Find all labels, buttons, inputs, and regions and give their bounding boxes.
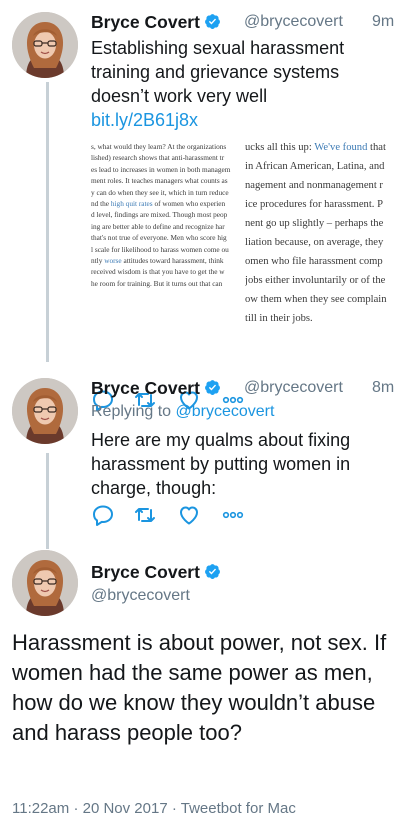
article-line: ucks all this up: We've found that: [245, 142, 386, 153]
main-tweet-text: Harassment is about power, not sex. If w…: [12, 630, 387, 745]
article-link-text: high quit rates: [110, 199, 153, 209]
article-column-right: ucks all this up: We've found that in Af…: [245, 138, 399, 328]
article-link-text: We've found: [314, 142, 368, 153]
thread-line: [46, 82, 49, 362]
timestamp[interactable]: 9m: [372, 13, 394, 31]
meta-separator: ·: [73, 800, 79, 817]
article-line: omen who file harassment comp: [245, 256, 383, 267]
handle[interactable]: @brycecovert: [91, 587, 190, 605]
article-line: l scale for likelihood to harass women c…: [91, 244, 229, 254]
reply-icon[interactable]: [91, 503, 115, 527]
article-line: y can do when they see it, which in turn…: [91, 187, 229, 197]
verified-icon: [205, 564, 220, 579]
verified-icon: [205, 14, 220, 29]
tweet-date[interactable]: 20 Nov 2017: [83, 800, 168, 817]
article-line: nagement and nonmanagement r: [245, 180, 383, 191]
thread-line: [46, 453, 49, 549]
article-line: s, what would they learn? At the organiz…: [91, 142, 227, 151]
article-line: jobs either involuntarily or of the: [245, 275, 386, 286]
article-line: nd the high quit rates of women who expe…: [91, 199, 226, 209]
article-line: ow them when they see complain: [245, 294, 387, 305]
article-line: es lead to increases in women in both ma…: [91, 164, 231, 174]
article-line: that's not true of everyone. Men who sco…: [91, 233, 227, 243]
article-line: till in their jobs.: [245, 313, 313, 324]
article-line: lished) research shows that anti-harassm…: [91, 153, 225, 163]
replying-to: Replying to @brycecovert: [91, 403, 275, 420]
article-link-text: worse: [104, 256, 122, 266]
article-line: ing are better able to define and recogn…: [91, 221, 225, 231]
article-line: ntly worse attitudes toward harassment, …: [91, 256, 224, 266]
tweet-time[interactable]: 11:22am: [12, 800, 69, 817]
article-line: liation because, on average, they: [245, 237, 384, 248]
article-line: in African American, Latina, and: [245, 161, 385, 172]
more-icon[interactable]: [221, 503, 245, 527]
avatar[interactable]: [12, 12, 78, 78]
tweet-client[interactable]: Tweetbot for Mac: [181, 800, 296, 817]
article-line: he room for training. But it turns out t…: [91, 278, 223, 288]
tweet-meta: 11:22am · 20 Nov 2017 · Tweetbot for Mac: [12, 800, 296, 817]
article-line: nent go up slightly – perhaps the: [245, 218, 384, 229]
article-line: ice procedures for harassment. P: [245, 199, 383, 210]
retweet-icon[interactable]: [133, 503, 157, 527]
tweet-text: Here are my qualms about fixing harassme…: [91, 430, 351, 498]
like-icon[interactable]: [177, 503, 201, 527]
tweet-link[interactable]: bit.ly/2B61j8x: [91, 110, 198, 130]
article-line: ment roles. It teaches managers what cou…: [91, 176, 228, 186]
display-name[interactable]: Bryce Covert: [91, 12, 221, 33]
tweet-text: Establishing sexual harassment training …: [91, 38, 345, 130]
article-line: d level, findings are mixed. Though most…: [91, 210, 228, 220]
display-name[interactable]: Bryce Covert: [91, 378, 221, 399]
timestamp[interactable]: 8m: [372, 379, 394, 397]
article-column-left: s, what would they learn? At the organiz…: [91, 141, 243, 289]
avatar[interactable]: [12, 550, 78, 616]
handle[interactable]: @brycecovert: [244, 13, 343, 31]
display-name[interactable]: Bryce Covert: [91, 562, 221, 583]
replying-to-handle[interactable]: @brycecovert: [176, 403, 275, 420]
handle[interactable]: @brycecovert: [244, 379, 343, 397]
media-image[interactable]: s, what would they learn? At the organiz…: [91, 138, 399, 380]
meta-separator: ·: [171, 800, 177, 817]
avatar[interactable]: [12, 378, 78, 444]
article-line: received wisdom is that you have to get …: [91, 267, 225, 277]
verified-icon: [205, 380, 220, 395]
